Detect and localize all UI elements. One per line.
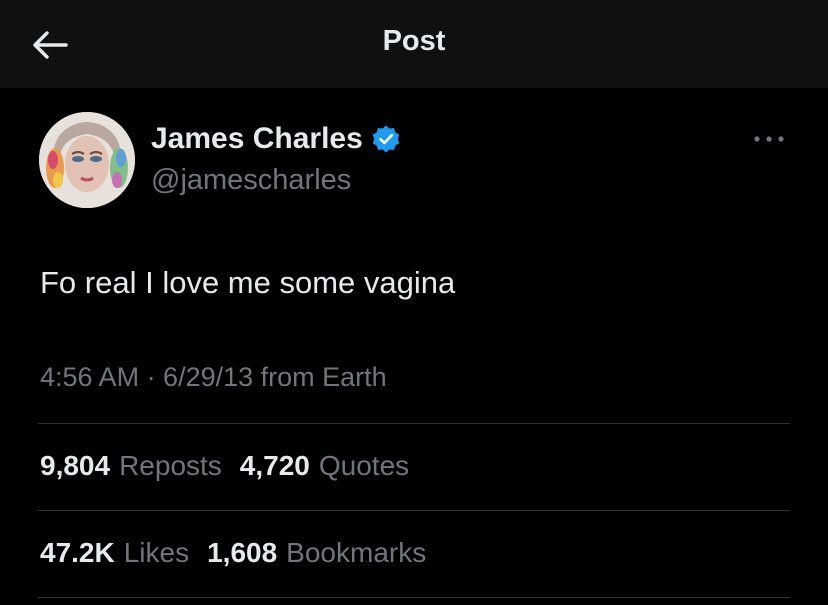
- page-title: Post: [382, 25, 446, 57]
- stat-label: Quotes: [318, 450, 410, 481]
- stats-row-engagement: 9,804 Reposts 4,720 Quotes: [40, 450, 409, 482]
- divider: [38, 510, 790, 511]
- more-dots-icon: [754, 136, 784, 142]
- stat-count: 1,608: [207, 537, 278, 568]
- stat-label: Bookmarks: [286, 537, 427, 568]
- likes-stat[interactable]: 47.2K Likes: [40, 537, 189, 569]
- avatar-image: [39, 112, 135, 208]
- top-bar: Post: [0, 0, 828, 88]
- post-text: Fo real I love me some vagina: [40, 265, 456, 300]
- divider: [38, 597, 790, 598]
- stat-label: Reposts: [119, 450, 222, 481]
- reposts-stat[interactable]: 9,804 Reposts: [40, 450, 222, 482]
- author-name-text: James Charles: [151, 122, 363, 155]
- stat-label: Likes: [123, 537, 190, 568]
- bookmarks-stat[interactable]: 1,608 Bookmarks: [207, 537, 426, 569]
- stat-count: 47.2K: [40, 537, 115, 568]
- quotes-stat[interactable]: 4,720 Quotes: [240, 450, 409, 482]
- author-handle[interactable]: @jamescharles: [151, 164, 351, 197]
- divider: [38, 423, 790, 424]
- stat-count: 4,720: [239, 450, 310, 481]
- avatar[interactable]: [39, 112, 135, 208]
- stat-count: 9,804: [40, 450, 111, 481]
- verified-badge-icon: [372, 125, 400, 153]
- more-options-button[interactable]: [748, 124, 790, 154]
- author-name[interactable]: James Charles: [151, 122, 401, 156]
- post-meta: 4:56 AM · 6/29/13 from Earth: [40, 362, 387, 392]
- stats-row-reactions: 47.2K Likes 1,608 Bookmarks: [40, 537, 426, 569]
